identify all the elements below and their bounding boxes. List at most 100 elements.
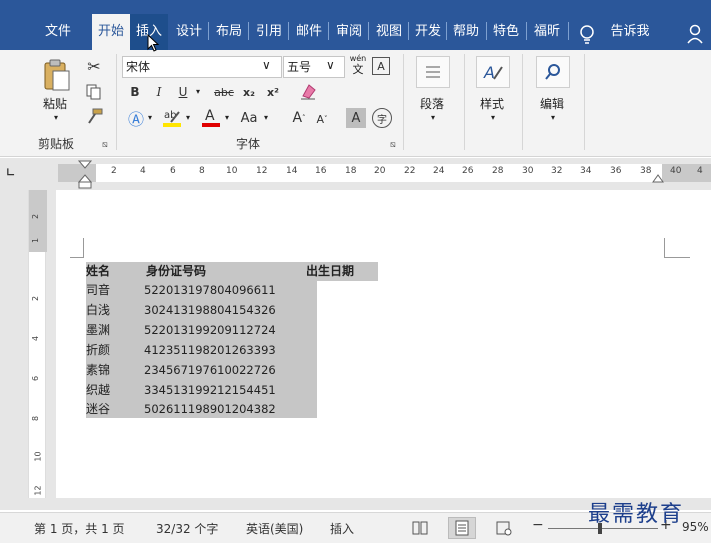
chevron-down-icon[interactable]: ▾ bbox=[264, 113, 268, 122]
table-cell: 折颜 bbox=[86, 343, 111, 357]
table-cell: 白浅 bbox=[86, 303, 111, 317]
horizontal-ruler: ∟ 2 4 6 8 10 12 14 16 18 20 22 24 26 28 … bbox=[0, 158, 711, 189]
watermark-logo: 最需教育 bbox=[588, 502, 685, 527]
svg-text:A: A bbox=[205, 108, 215, 124]
editing-button-label[interactable]: 编辑 bbox=[540, 95, 564, 112]
scissors-icon[interactable]: ✂ bbox=[84, 56, 104, 76]
paragraph-icon[interactable] bbox=[416, 56, 450, 88]
table-cell: 502611198901204382 bbox=[144, 402, 276, 416]
print-layout-icon[interactable] bbox=[448, 517, 476, 539]
dialog-launcher-icon[interactable]: ⧅ bbox=[390, 140, 396, 150]
subscript-button[interactable]: x₂ bbox=[240, 83, 258, 101]
word-count-status[interactable]: 32/32 个字 bbox=[156, 520, 218, 537]
ribbon-home: 粘贴 ▾ ✂ 剪贴板 ⧅ 宋体 ∨ 五号 ∨ wén 文 A B I U ▾ ab… bbox=[0, 50, 711, 157]
table-header: 姓名 bbox=[86, 264, 111, 278]
read-mode-icon[interactable] bbox=[412, 520, 428, 539]
chevron-down-icon[interactable]: ▾ bbox=[196, 87, 200, 96]
font-group-label: 字体 bbox=[236, 137, 261, 151]
table-cell: 234567197610022726 bbox=[144, 363, 276, 377]
table-cell: 522013199209112724 bbox=[144, 323, 276, 337]
clipboard-group-label: 剪贴板 bbox=[38, 137, 75, 151]
italic-button[interactable]: I bbox=[150, 83, 168, 101]
insert-mode-status[interactable]: 插入 bbox=[330, 520, 354, 537]
styles-icon[interactable]: A bbox=[476, 56, 510, 88]
chevron-down-icon[interactable]: ▾ bbox=[551, 113, 555, 122]
tab-foxit[interactable]: 福昕 bbox=[528, 14, 566, 50]
page-count-status[interactable]: 第 1 页，共 1 页 bbox=[34, 520, 125, 537]
table-cell: 522013197804096611 bbox=[144, 283, 276, 297]
font-size-select[interactable]: 五号 bbox=[283, 56, 345, 78]
chevron-down-icon[interactable]: ▾ bbox=[225, 113, 229, 122]
search-icon[interactable] bbox=[536, 56, 570, 88]
superscript-button[interactable]: x² bbox=[264, 83, 282, 101]
table-cell: 迷谷 bbox=[86, 402, 111, 416]
svg-text:ab: ab bbox=[164, 110, 176, 121]
chevron-down-icon[interactable]: ▾ bbox=[431, 113, 435, 122]
zoom-out-button[interactable]: − bbox=[532, 517, 544, 533]
tab-review[interactable]: 审阅 bbox=[330, 14, 368, 50]
mouse-cursor-icon bbox=[147, 33, 161, 57]
table-cell: 334513199212154451 bbox=[144, 383, 276, 397]
table-header: 出生日期 bbox=[306, 264, 355, 278]
tab-mailings[interactable]: 邮件 bbox=[290, 14, 328, 50]
chevron-down-icon[interactable]: ∨ bbox=[326, 58, 335, 72]
highlight-color-icon[interactable]: ab bbox=[160, 106, 184, 128]
copy-icon[interactable] bbox=[84, 82, 104, 102]
chevron-down-icon[interactable]: ∨ bbox=[262, 58, 271, 72]
zoom-slider[interactable] bbox=[548, 528, 658, 529]
tab-home[interactable]: 开始 bbox=[92, 14, 130, 50]
strikethrough-button[interactable]: abc bbox=[210, 83, 238, 101]
tab-stop-selector[interactable]: ∟ bbox=[6, 166, 20, 180]
right-indent-marker-icon[interactable] bbox=[652, 172, 664, 186]
table-cell: 司音 bbox=[86, 283, 111, 297]
language-status[interactable]: 英语(美国) bbox=[246, 520, 303, 537]
font-name-select[interactable]: 宋体 bbox=[122, 56, 282, 78]
svg-text:A: A bbox=[483, 63, 495, 82]
font-color-icon[interactable]: A bbox=[200, 106, 222, 128]
ribbon-tab-bar: 文件 开始 插入 设计 布局 引用 邮件 审阅 视图 开发 帮助 特色 福昕 告… bbox=[0, 0, 711, 50]
table-header: 身份证号码 bbox=[146, 264, 207, 278]
table-cell: 302413198804154326 bbox=[144, 303, 276, 317]
lightbulb-icon[interactable] bbox=[578, 24, 596, 44]
enclose-char-button[interactable]: 字 bbox=[372, 108, 392, 128]
paste-button-label[interactable]: 粘贴 bbox=[43, 95, 67, 112]
indent-marker-icon[interactable] bbox=[77, 160, 93, 193]
format-painter-icon[interactable] bbox=[84, 106, 104, 126]
chevron-down-icon[interactable]: ▾ bbox=[148, 113, 152, 122]
vertical-ruler: 2 1 2 4 6 8 10 12 bbox=[28, 190, 47, 498]
dialog-launcher-icon[interactable]: ⧅ bbox=[102, 140, 108, 150]
clear-formatting-icon[interactable] bbox=[298, 81, 318, 101]
tab-layout[interactable]: 布局 bbox=[210, 14, 248, 50]
clipboard-paste-icon[interactable] bbox=[38, 58, 74, 92]
tab-special[interactable]: 特色 bbox=[488, 14, 524, 50]
shrink-font-button[interactable]: A ˅ bbox=[314, 110, 330, 128]
tab-design[interactable]: 设计 bbox=[170, 14, 208, 50]
table-cell: 412351198201263393 bbox=[144, 343, 276, 357]
zoom-level[interactable]: 95% bbox=[682, 520, 709, 534]
margin-corner-mark bbox=[70, 238, 84, 258]
char-shading-button[interactable]: A bbox=[346, 108, 366, 128]
tell-me-search[interactable]: 告诉我 bbox=[600, 14, 660, 50]
tab-view[interactable]: 视图 bbox=[370, 14, 408, 50]
web-layout-icon[interactable] bbox=[496, 520, 512, 539]
margin-corner-mark bbox=[664, 238, 690, 258]
table-cell: 素锦 bbox=[86, 363, 111, 377]
paragraph-button-label[interactable]: 段落 bbox=[420, 95, 444, 112]
chevron-down-icon[interactable]: ▾ bbox=[186, 113, 190, 122]
underline-button[interactable]: U bbox=[174, 83, 192, 101]
tab-references[interactable]: 引用 bbox=[250, 14, 288, 50]
tab-file[interactable]: 文件 bbox=[32, 14, 84, 50]
char-border-button[interactable]: A bbox=[372, 57, 390, 75]
chevron-down-icon[interactable]: ▾ bbox=[54, 113, 58, 122]
bold-button[interactable]: B bbox=[126, 83, 144, 101]
tab-developer[interactable]: 开发 bbox=[410, 14, 446, 50]
chevron-down-icon[interactable]: ▾ bbox=[491, 113, 495, 122]
table-cell: 墨渊 bbox=[86, 323, 111, 337]
phonetic-guide-button[interactable]: wén 文 bbox=[348, 54, 368, 75]
grow-font-button[interactable]: A ˄ bbox=[290, 108, 308, 128]
change-case-button[interactable]: Aa bbox=[238, 108, 260, 128]
user-icon[interactable] bbox=[686, 24, 706, 44]
text-effects-icon[interactable]: Ⓐ bbox=[126, 108, 146, 129]
tab-help[interactable]: 帮助 bbox=[448, 14, 484, 50]
styles-button-label[interactable]: 样式 bbox=[480, 95, 504, 112]
